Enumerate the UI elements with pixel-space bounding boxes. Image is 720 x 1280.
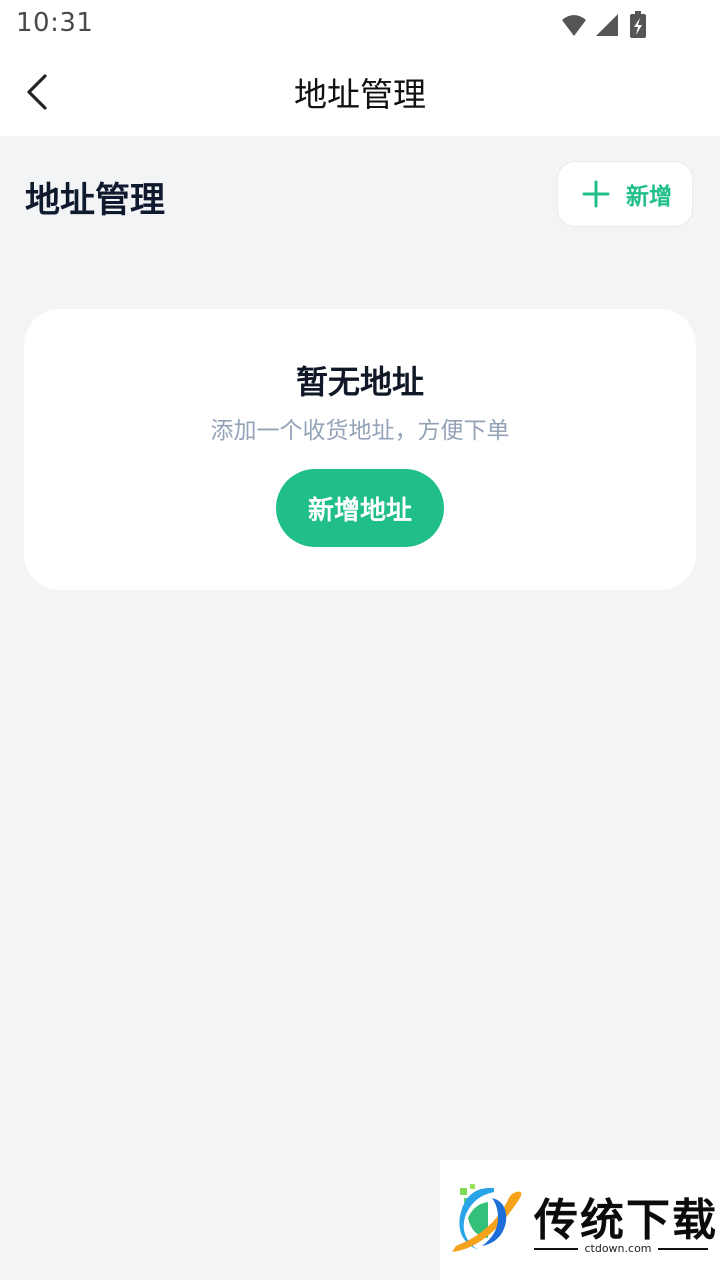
watermark-rule-right xyxy=(658,1248,708,1250)
app-bar: 地址管理 xyxy=(0,48,720,136)
watermark-logo-icon xyxy=(452,1184,522,1252)
add-address-primary-button[interactable]: 新增地址 xyxy=(276,469,444,547)
status-icons xyxy=(562,11,646,38)
wifi-icon xyxy=(562,15,586,36)
status-bar: 10:31 xyxy=(0,0,720,48)
add-address-button[interactable]: 新增 xyxy=(557,161,693,227)
battery-icon xyxy=(630,11,646,38)
empty-title: 暂无地址 xyxy=(295,363,424,401)
signal-icon xyxy=(596,14,618,36)
section-title: 地址管理 xyxy=(25,181,166,221)
status-time: 10:31 xyxy=(16,8,94,38)
page-title: 地址管理 xyxy=(294,75,426,114)
empty-state-card: 暂无地址 添加一个收货地址，方便下单 新增地址 xyxy=(24,309,696,590)
empty-subtitle: 添加一个收货地址，方便下单 xyxy=(210,418,510,444)
plus-icon xyxy=(582,180,610,208)
watermark: 传统下载 ctdown.com xyxy=(440,1160,720,1280)
watermark-brand: 传统下载 xyxy=(534,1195,718,1246)
watermark-domain: ctdown.com xyxy=(584,1242,652,1255)
watermark-rule-left xyxy=(534,1248,578,1250)
add-button-label: 新增 xyxy=(626,184,672,210)
